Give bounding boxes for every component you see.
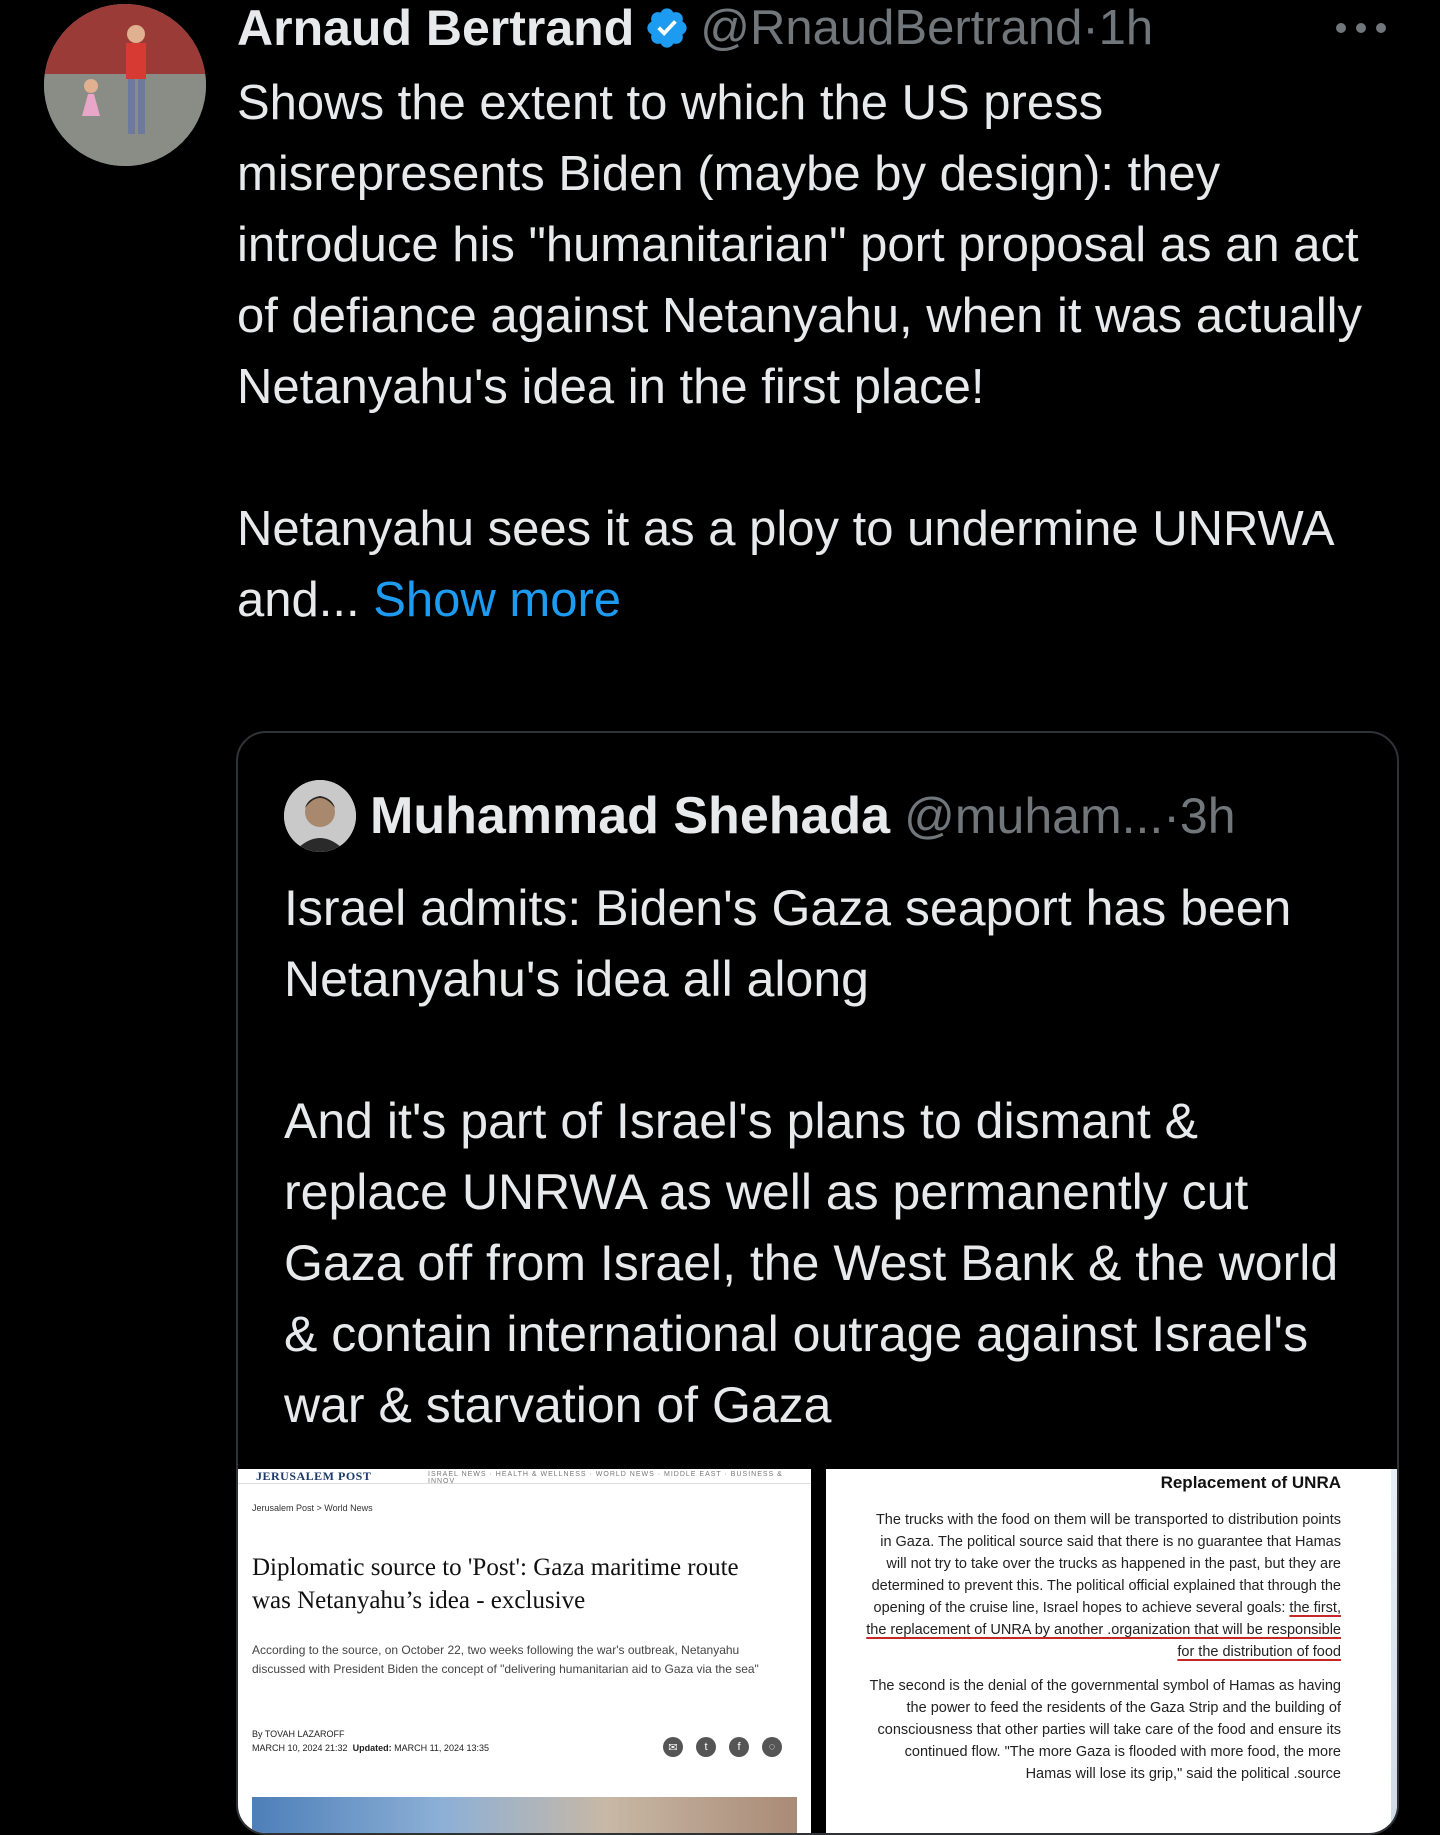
author-name[interactable]: Arnaud Bertrand [237, 0, 634, 57]
avatar-photo [44, 4, 206, 166]
more-options-icon[interactable] [1332, 8, 1390, 48]
tweet-header: Arnaud Bertrand @RnaudBertrand·1h [237, 0, 1407, 56]
tweet-text: Shows the extent to which the US press m… [237, 68, 1387, 636]
author-avatar[interactable] [44, 4, 206, 166]
article-headline: Diplomatic source to 'Post': Gaza mariti… [252, 1554, 739, 1614]
quote-text: Israel admits: Biden's Gaza seaport has … [284, 873, 1364, 1441]
quote-author-avatar[interactable] [284, 780, 356, 852]
article-summary: According to the source, on October 22, … [252, 1643, 759, 1676]
publication-nav: ISRAEL NEWS · HEALTH & WELLNESS · WORLD … [428, 1471, 783, 1485]
article-share-icons: ✉ t f ◌ [663, 1737, 782, 1757]
quote-paragraph-1: Israel admits: Biden's Gaza seaport has … [284, 880, 1292, 1007]
article-breadcrumb: Jerusalem Post > World News [252, 1503, 373, 1513]
verified-badge-icon [644, 5, 690, 51]
whatsapp-icon: ◌ [762, 1737, 782, 1757]
facebook-icon: f [729, 1737, 749, 1757]
quoted-tweet-card[interactable]: Muhammad Shehada @muham...·3h Israel adm… [236, 731, 1399, 1835]
twitter-icon: t [696, 1737, 716, 1757]
show-more-link[interactable]: Show more [373, 573, 621, 627]
publication-logo: JERUSALEM POST [256, 1469, 372, 1483]
attached-image-article[interactable]: JERUSALEM POST ISRAEL NEWS · HEALTH & WE… [238, 1469, 811, 1833]
tweet-time[interactable]: 1h [1099, 1, 1154, 55]
tweet-paragraph-1: Shows the extent to which the US press m… [237, 76, 1362, 414]
excerpt-paragraph-1: The trucks with the food on them will be… [866, 1512, 1341, 1660]
image-edge [1391, 1469, 1397, 1833]
quote-avatar-photo [284, 780, 356, 852]
article-dates: MARCH 10, 2024 21:32 Updated: MARCH 11, … [252, 1743, 489, 1753]
author-handle[interactable]: @RnaudBertrand·1h [700, 0, 1153, 56]
quote-time[interactable]: 3h [1180, 788, 1236, 844]
tweet-paragraph-2: Netanyahu sees it as a ploy to undermine… [237, 502, 1332, 627]
quote-author-handle[interactable]: @muham...·3h [904, 787, 1235, 845]
quote-header: Muhammad Shehada @muham...·3h [284, 780, 1236, 852]
excerpt-title: Replacement of UNRA [1160, 1473, 1341, 1492]
excerpt-paragraph-2: The second is the denial of the governme… [869, 1678, 1341, 1782]
quote-paragraph-2: And it's part of Israel's plans to disma… [284, 1093, 1339, 1433]
quote-author-name[interactable]: Muhammad Shehada [370, 786, 890, 846]
article-topbar: JERUSALEM POST ISRAEL NEWS · HEALTH & WE… [238, 1469, 811, 1485]
email-icon: ✉ [663, 1737, 683, 1757]
article-photo [252, 1797, 797, 1833]
article-byline: By TOVAH LAZAROFF [252, 1729, 345, 1739]
attached-image-text[interactable]: Replacement of UNRA The trucks with the … [826, 1469, 1397, 1833]
